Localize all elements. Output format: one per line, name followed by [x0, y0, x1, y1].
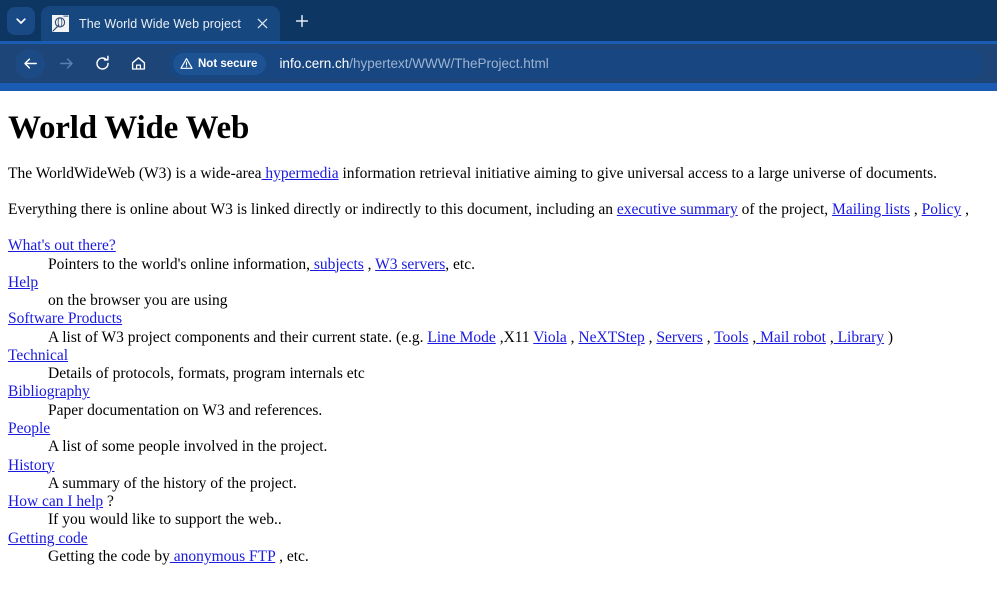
entry-7-term-link-0[interactable]: How can I help [8, 493, 103, 510]
url-path: /hypertext/WWW/TheProject.html [349, 56, 549, 71]
back-button[interactable] [15, 48, 45, 79]
warning-triangle-icon [180, 57, 198, 70]
list-item-description: A summary of the history of the project. [48, 475, 997, 493]
home-button[interactable] [123, 49, 153, 79]
entry-8-term-link-0[interactable]: Getting code [8, 530, 88, 547]
entry-3-desc-text-0: Details of protocols, formats, program i… [48, 365, 365, 383]
list-item-term: What's out there? [8, 237, 997, 255]
entry-8-desc-link-1[interactable]: anonymous FTP [170, 548, 275, 565]
entry-0-desc-link-3[interactable]: W3 servers [375, 256, 445, 273]
list-item-description: A list of W3 project components and thei… [48, 329, 997, 347]
entry-4-desc-text-0: Paper documentation on W3 and references… [48, 401, 323, 419]
entry-1-desc-text-0: on the browser you are using [48, 292, 228, 310]
intro-paragraph-2-text-2: of the project, [737, 201, 833, 219]
address-bar[interactable]: Not secure info.cern.ch/hypertext/WWW/Th… [168, 48, 983, 79]
entry-0-desc-text-4: , etc. [445, 255, 475, 273]
chevron-down-icon [14, 14, 28, 28]
browser-tab[interactable]: The World Wide Web project [41, 6, 280, 41]
entry-5-term-link-0[interactable]: People [8, 420, 50, 437]
list-item-term: How can I help ? [8, 493, 997, 511]
entry-2-desc-link-13[interactable]: Library [834, 329, 884, 346]
list-item-description: A list of some people involved in the pr… [48, 438, 997, 456]
intro-paragraph-2-link-3[interactable]: Mailing lists [832, 201, 910, 218]
forward-arrow-icon [58, 55, 75, 72]
tab-title: The World Wide Web project [79, 16, 241, 31]
list-item-term: Getting code [8, 530, 997, 548]
forward-button[interactable] [51, 49, 81, 79]
cern-www-favicon-icon [52, 15, 69, 32]
intro-paragraph-2-text-0: Everything there is online about W3 is l… [8, 201, 617, 219]
intro-paragraph-2-link-1[interactable]: executive summary [617, 201, 738, 218]
back-arrow-icon [22, 55, 39, 72]
entry-2-desc-link-3[interactable]: Viola [533, 329, 567, 346]
entry-2-desc-text-2: ,X11 [495, 328, 534, 346]
page-content: World Wide Web The WorldWideWeb (W3) is … [0, 110, 997, 566]
entry-2-desc-text-8: , [702, 328, 715, 346]
entry-2-desc-text-0: A list of W3 project components and thei… [48, 328, 428, 346]
plus-icon [295, 14, 309, 33]
page-viewport: World Wide Web The WorldWideWeb (W3) is … [0, 91, 997, 597]
entry-2-desc-text-12: , [825, 328, 834, 346]
entry-0-desc-link-1[interactable]: subjects [310, 256, 364, 273]
entry-0-desc-text-0: Pointers to the world's online informati… [48, 255, 310, 273]
entry-2-desc-text-6: , [644, 328, 657, 346]
home-icon [130, 55, 147, 72]
entry-2-term-link-0[interactable]: Software Products [8, 310, 122, 327]
page-title: World Wide Web [8, 110, 250, 146]
intro-paragraph-2: Everything there is online about W3 is l… [8, 200, 997, 220]
tab-search-button[interactable] [7, 7, 35, 35]
entry-5-desc-text-0: A list of some people involved in the pr… [48, 438, 328, 456]
security-status-label: Not secure [198, 57, 258, 70]
entry-4-term-link-0[interactable]: Bibliography [8, 383, 90, 400]
entry-2-desc-text-14: ) [884, 328, 894, 346]
toolbar-bottom-divider [0, 83, 997, 91]
list-item-description: Pointers to the world's online informati… [48, 256, 997, 274]
intro-paragraph-1: The WorldWideWeb (W3) is a wide-area hyp… [8, 164, 997, 184]
intro-paragraph-1-text-0: The WorldWideWeb (W3) is a wide-area [8, 164, 262, 182]
security-status-chip[interactable]: Not secure [173, 52, 267, 75]
entry-2-desc-link-5[interactable]: NeXTStep [578, 329, 644, 346]
entry-2-desc-link-11[interactable]: Mail robot [756, 329, 826, 346]
reload-button[interactable] [87, 49, 117, 79]
entry-0-desc-text-2: , [363, 255, 376, 273]
intro-paragraph-2-link-5[interactable]: Policy [922, 201, 962, 218]
list-item-description: If you would like to support the web.. [48, 511, 997, 529]
entry-7-term-text-1: ? [103, 493, 114, 511]
url-host: info.cern.ch [279, 56, 350, 71]
browser-window: The World Wide Web project Not secure in… [0, 0, 997, 597]
list-item-term: Technical [8, 347, 997, 365]
project-link-list: What's out there? Pointers to the world's… [8, 237, 997, 566]
new-tab-button[interactable] [289, 10, 315, 36]
url-text[interactable]: info.cern.ch/hypertext/WWW/TheProject.ht… [279, 56, 548, 71]
list-item-description: Paper documentation on W3 and references… [48, 402, 997, 420]
entry-2-desc-link-9[interactable]: Tools [714, 329, 748, 346]
intro-paragraph-1-text-2: information retrieval initiative aiming … [338, 164, 938, 182]
entry-2-desc-text-4: , [566, 328, 579, 346]
list-item-term: Software Products [8, 310, 997, 328]
list-item-term: History [8, 457, 997, 475]
browser-toolbar: Not secure info.cern.ch/hypertext/WWW/Th… [0, 44, 997, 83]
entry-3-term-link-0[interactable]: Technical [8, 347, 68, 364]
list-item-description: Getting the code by anonymous FTP , etc. [48, 548, 997, 566]
reload-icon [94, 55, 111, 72]
intro-paragraph-2-text-4: , [910, 201, 922, 219]
entry-0-term-link-0[interactable]: What's out there? [8, 237, 116, 254]
list-item-term: People [8, 420, 997, 438]
entry-6-desc-text-0: A summary of the history of the project. [48, 474, 297, 492]
entry-8-desc-text-2: , etc. [275, 548, 309, 565]
tab-strip: The World Wide Web project [0, 0, 997, 41]
intro-paragraph-2-text-6: , [961, 201, 969, 219]
entry-2-desc-link-7[interactable]: Servers [656, 329, 703, 346]
list-item-description: on the browser you are using [48, 292, 997, 310]
list-item-description: Details of protocols, formats, program i… [48, 365, 997, 383]
entry-8-desc-text-0: Getting the code by [48, 548, 170, 565]
entry-2-desc-link-1[interactable]: Line Mode [427, 329, 495, 346]
entry-7-desc-text-0: If you would like to support the web.. [48, 511, 282, 529]
entry-1-term-link-0[interactable]: Help [8, 274, 38, 291]
list-item-term: Help [8, 274, 997, 292]
list-item-term: Bibliography [8, 383, 997, 401]
intro-paragraph-1-link-1[interactable]: hypermedia [262, 165, 338, 182]
entry-6-term-link-0[interactable]: History [8, 457, 55, 474]
tab-close-button[interactable] [252, 14, 272, 34]
